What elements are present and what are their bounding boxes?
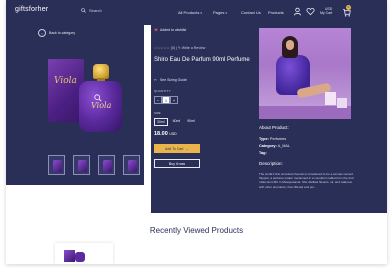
user-icon[interactable] — [293, 7, 302, 16]
price-currency: USD — [169, 132, 177, 136]
search-input[interactable]: Search — [81, 8, 102, 13]
search-placeholder: Search — [89, 8, 102, 13]
thumbnail[interactable] — [98, 155, 115, 175]
back-to-category-button[interactable]: ‹ Back to category — [38, 29, 75, 37]
chevron-down-icon: ▾ — [200, 10, 202, 15]
search-icon — [81, 8, 86, 13]
menu-pages[interactable]: Pages ▾ — [213, 10, 227, 15]
tag-row: Tag: — [259, 151, 267, 155]
recent-product-box — [64, 250, 75, 262]
menu-all-products[interactable]: All Products ▾ — [178, 10, 202, 15]
type-value[interactable]: Perfumes — [270, 137, 286, 141]
back-label: Back to category — [49, 31, 76, 35]
size-guide-label: See Sizing Guide — [159, 78, 187, 82]
size-option-90ml[interactable]: 90ml — [185, 118, 197, 126]
size-guide-link[interactable]: ✂ See Sizing Guide — [154, 78, 187, 82]
quantity-input[interactable]: 1 — [162, 96, 170, 104]
category-label: Category: — [259, 144, 277, 148]
type-label: Type: — [259, 137, 269, 141]
ruler-icon: ✂ — [154, 78, 157, 82]
menu-label: Contact Us — [241, 10, 261, 15]
quantity-stepper: − 1 + — [154, 96, 178, 104]
bottle-cap — [93, 64, 109, 79]
cart-summary[interactable]: USD My Cart — [320, 7, 332, 15]
type-row: Type: Perfumes — [259, 137, 286, 141]
thumbnail-image — [128, 160, 137, 172]
tag-label: Tag: — [259, 151, 267, 155]
menu-label: Pages — [213, 10, 225, 15]
zoom-icon[interactable] — [94, 94, 102, 102]
decrease-button[interactable]: − — [154, 96, 162, 104]
page: giftsforher Search All Products ▾ Pages ▾ … — [6, 0, 387, 264]
wishlist-label: Added to wishlist — [160, 28, 187, 32]
size-option-60ml[interactable]: 60ml — [171, 118, 183, 126]
menu-label: Products — [268, 10, 284, 15]
thumbnail-strip — [48, 155, 140, 175]
quantity-label: QUANTITY — [154, 89, 171, 93]
increase-button[interactable]: + — [170, 96, 178, 104]
cart-label: My Cart — [320, 11, 333, 15]
menu-products[interactable]: Products — [268, 10, 284, 15]
site-logo[interactable]: giftsforher — [15, 6, 48, 13]
star-rating-icon: ☆☆☆☆☆ — [154, 46, 170, 50]
product-price: 18.00 USD — [154, 131, 177, 137]
description-heading: Description: — [259, 161, 283, 166]
menu-contact-us[interactable]: Contact Us — [241, 10, 261, 15]
heart-icon[interactable] — [306, 7, 315, 16]
add-to-cart-button[interactable]: Add To Cart → — [154, 144, 200, 153]
recent-product-card[interactable] — [55, 243, 113, 264]
box-brand-text: Viola — [54, 76, 77, 86]
cart-count-badge: 0 — [346, 5, 351, 10]
thumbnail-image — [103, 160, 112, 172]
divider: | — [175, 46, 177, 50]
about-heading: About Product: — [259, 125, 289, 130]
size-option-30ml[interactable]: 30ml — [154, 118, 168, 126]
size-options: 30ml 60ml 90ml — [154, 118, 197, 126]
thumbnail[interactable] — [73, 155, 90, 175]
chevron-down-icon: ▾ — [225, 10, 227, 15]
menu-label: All Products — [178, 10, 200, 15]
add-to-cart-label: Add To Cart — [165, 146, 184, 151]
thumbnail[interactable] — [123, 155, 140, 175]
price-value: 18.00 — [154, 131, 168, 137]
thumbnail-image — [53, 160, 62, 172]
thumbnail[interactable] — [48, 155, 65, 175]
size-label: SIZE — [154, 111, 161, 115]
bottle-brand-text: Viola — [91, 101, 112, 110]
recent-product-bottle — [75, 252, 85, 262]
arrow-right-icon: → — [185, 146, 189, 151]
arrow-left-icon: ‹ — [38, 29, 46, 37]
category-value[interactable]: A_MAL — [278, 144, 290, 148]
rating-row: ☆☆☆☆☆ (0) | ✎ Write a Review — [154, 46, 205, 50]
description-text: The world's first recorded chemist is co… — [259, 172, 354, 189]
top-nav: giftsforher Search All Products ▾ Pages ▾ … — [6, 0, 387, 25]
category-row: Category: A_MAL — [259, 144, 290, 148]
recently-viewed-heading: Recently Viewed Products — [149, 226, 244, 235]
rating-count: (0) — [170, 46, 175, 50]
pencil-icon: ✎ — [177, 46, 181, 50]
thumbnail-image — [78, 160, 87, 172]
wishlist-toggle[interactable]: Added to wishlist — [154, 28, 186, 32]
image-gift-box — [337, 98, 347, 108]
heart-filled-icon — [154, 28, 158, 32]
product-title: Shiro Eau De Parfum 90ml Perfume — [154, 57, 250, 63]
write-review-link[interactable]: Write a Review — [182, 46, 205, 50]
lifestyle-image — [259, 28, 351, 119]
product-bottle-image[interactable]: Viola — [79, 81, 122, 132]
buy-now-button[interactable]: Buy it now — [154, 159, 200, 168]
image-gift-box — [325, 92, 336, 105]
image-face — [286, 40, 294, 50]
